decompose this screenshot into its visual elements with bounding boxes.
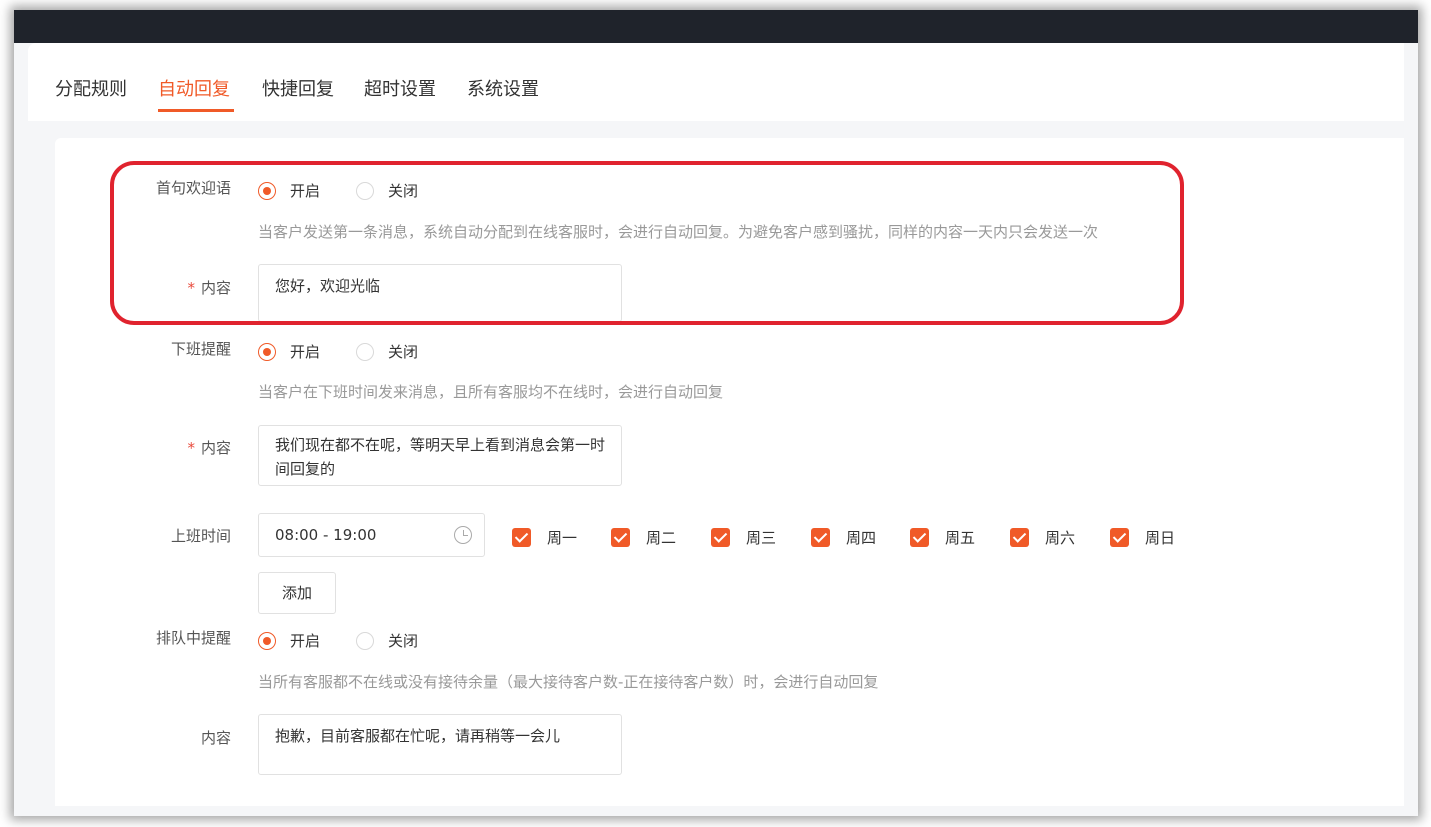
checkbox-checked-icon: [711, 528, 730, 547]
checkbox-checked-icon: [611, 528, 630, 547]
worktime-label: 上班时间: [170, 527, 231, 545]
screenshot-frame: 分配规则 自动回复 快捷回复 超时设置 系统设置 首句欢迎语 开启 关闭 当客户…: [0, 0, 1431, 827]
welcome-content-textarea[interactable]: 您好，欢迎光临: [258, 264, 622, 322]
tab-quick-reply[interactable]: 快捷回复: [262, 75, 334, 101]
day-checkbox-tue[interactable]: 周二: [611, 527, 676, 548]
offwork-radio-off[interactable]: 关闭: [356, 341, 418, 362]
radio-checked-icon: [258, 181, 276, 200]
queue-radio-on[interactable]: 开启: [258, 630, 320, 651]
day-checkbox-mon[interactable]: 周一: [512, 527, 577, 548]
queue-label: 排队中提醒: [155, 629, 231, 647]
tab-bar: 分配规则 自动回复 快捷回复 超时设置 系统设置: [28, 43, 1404, 121]
checkbox-checked-icon: [910, 528, 929, 547]
offwork-radio-group: 开启 关闭: [258, 341, 454, 362]
welcome-radio-on[interactable]: 开启: [258, 180, 320, 201]
active-tab-indicator: [158, 109, 234, 112]
welcome-content-label: * 内容: [187, 279, 231, 297]
day-checkbox-wed[interactable]: 周三: [711, 527, 776, 548]
radio-unchecked-icon: [356, 631, 375, 650]
offwork-hint: 当客户在下班时间发来消息，且所有客服均不在线时，会进行自动回复: [258, 383, 724, 401]
settings-card: 首句欢迎语 开启 关闭 当客户发送第一条消息，系统自动分配到在线客服时，会进行自…: [55, 138, 1404, 806]
checkbox-checked-icon: [811, 528, 830, 547]
queue-radio-group: 开启 关闭: [258, 630, 454, 651]
clock-icon: [454, 526, 472, 544]
day-checkbox-thu[interactable]: 周四: [811, 527, 876, 548]
welcome-label: 首句欢迎语: [155, 179, 231, 197]
tab-system-settings[interactable]: 系统设置: [467, 75, 539, 101]
radio-unchecked-icon: [356, 181, 375, 200]
day-checkbox-sun[interactable]: 周日: [1110, 527, 1175, 548]
checkbox-checked-icon: [512, 528, 531, 547]
checkbox-checked-icon: [1010, 528, 1029, 547]
welcome-hint: 当客户发送第一条消息，系统自动分配到在线客服时，会进行自动回复。为避免客户感到骚…: [258, 223, 1099, 241]
radio-unchecked-icon: [356, 342, 375, 361]
welcome-radio-off[interactable]: 关闭: [356, 180, 418, 201]
welcome-radio-group: 开启 关闭: [258, 180, 454, 201]
queue-content-label: 内容: [200, 729, 231, 747]
tab-timeout-settings[interactable]: 超时设置: [364, 75, 436, 101]
add-worktime-button[interactable]: 添加: [258, 572, 336, 614]
queue-hint: 当所有客服都不在线或没有接待余量（最大接待客户数-正在接待客户数）时，会进行自动…: [258, 673, 879, 691]
radio-checked-icon: [258, 342, 276, 361]
day-checkbox-sat[interactable]: 周六: [1010, 527, 1075, 548]
worktime-range-value: 08:00 - 19:00: [275, 526, 377, 544]
tab-auto-reply[interactable]: 自动回复: [158, 75, 230, 101]
worktime-range-input[interactable]: 08:00 - 19:00: [258, 513, 485, 557]
tab-allocation-rules[interactable]: 分配规则: [55, 75, 127, 101]
offwork-content-textarea[interactable]: 我们现在都不在呢，等明天早上看到消息会第一时间回复的: [258, 425, 622, 486]
queue-content-textarea[interactable]: 抱歉，目前客服都在忙呢，请再稍等一会儿: [258, 714, 622, 775]
checkbox-checked-icon: [1110, 528, 1129, 547]
top-bar: [14, 10, 1418, 43]
queue-radio-off[interactable]: 关闭: [356, 630, 418, 651]
offwork-label: 下班提醒: [170, 340, 231, 358]
day-checkbox-fri[interactable]: 周五: [910, 527, 975, 548]
offwork-content-label: * 内容: [187, 439, 231, 457]
offwork-radio-on[interactable]: 开启: [258, 341, 320, 362]
radio-checked-icon: [258, 631, 276, 650]
